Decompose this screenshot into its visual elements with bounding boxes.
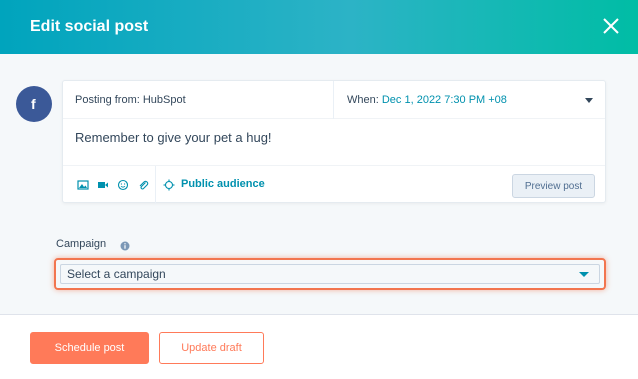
chevron-down-icon[interactable] — [579, 272, 589, 277]
audience-label: Public audience — [181, 178, 265, 190]
post-card-toolbar: Public audience Preview post — [63, 165, 605, 204]
campaign-select[interactable]: Select a campaign — [60, 264, 600, 284]
when-value[interactable]: Dec 1, 2022 7:30 PM +08 — [382, 94, 507, 106]
attachment-icon[interactable] — [137, 178, 149, 190]
header-divider — [333, 81, 334, 119]
dialog-footer: Schedule post Update draft — [0, 314, 638, 379]
emoji-icon[interactable] — [117, 178, 129, 191]
posting-from-label: Posting from: HubSpot — [75, 94, 186, 106]
image-icon[interactable] — [77, 178, 89, 190]
schedule-post-button[interactable]: Schedule post — [30, 332, 149, 364]
toolbar-icons — [77, 178, 149, 191]
when-field[interactable]: When: Dec 1, 2022 7:30 PM +08 — [347, 94, 507, 106]
campaign-highlight: Select a campaign — [54, 258, 606, 290]
svg-text:f: f — [31, 96, 36, 112]
update-draft-button[interactable]: Update draft — [159, 332, 264, 364]
video-icon[interactable] — [97, 178, 109, 190]
facebook-icon: f — [16, 86, 52, 122]
info-icon[interactable] — [120, 238, 130, 251]
chevron-down-icon[interactable] — [585, 98, 593, 103]
post-card-header: Posting from: HubSpot When: Dec 1, 2022 … — [63, 81, 605, 119]
when-label: When: — [347, 94, 379, 106]
campaign-label: Campaign — [56, 238, 107, 250]
campaign-select-value: Select a campaign — [67, 267, 166, 281]
toolbar-divider — [155, 166, 156, 204]
post-card: Posting from: HubSpot When: Dec 1, 2022 … — [62, 80, 606, 204]
audience-selector[interactable]: Public audience — [163, 178, 265, 191]
target-icon — [163, 178, 175, 191]
preview-post-button[interactable]: Preview post — [512, 174, 595, 198]
close-icon[interactable] — [600, 15, 622, 37]
post-message[interactable]: Remember to give your pet a hug! — [75, 130, 272, 145]
dialog-title: Edit social post — [30, 18, 149, 35]
dialog-header: Edit social post — [0, 0, 638, 54]
